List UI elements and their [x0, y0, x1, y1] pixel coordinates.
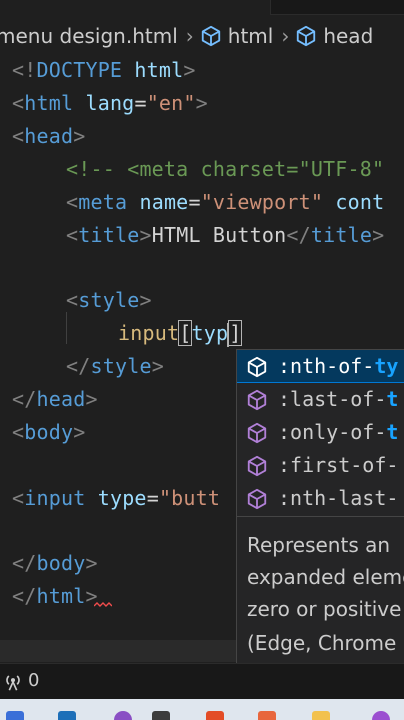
status-bar: 0 — [0, 663, 404, 700]
taskbar-app-icon[interactable] — [312, 711, 330, 720]
details-line: expanded eleme — [247, 565, 404, 589]
code-line-6: <title>HTML Button</title> — [66, 223, 385, 247]
suggestion-item[interactable]: :first-of- — [237, 449, 404, 481]
breadcrumb-item-label: html — [227, 24, 274, 48]
suggestion-details: Represents an expanded eleme zero or pos… — [237, 516, 404, 664]
details-line: Represents an — [247, 533, 391, 557]
symbol-element-icon — [201, 25, 220, 47]
code-line-12: <body> — [12, 420, 86, 444]
taskbar-app-icon[interactable] — [6, 711, 24, 720]
code-line-5: <meta name="viewport" cont — [66, 190, 385, 214]
symbol-property-icon — [247, 422, 267, 444]
symbol-property-icon — [247, 356, 267, 378]
suggestion-widget[interactable]: :nth-of-ty :last-of-t :only-of-t :first-… — [236, 349, 404, 665]
suggestion-item[interactable]: :only-of-t — [237, 416, 404, 448]
code-line-3: <head> — [12, 124, 86, 148]
suggestion-item[interactable]: :nth-of-ty — [237, 350, 404, 383]
code-line-8: <style> — [66, 288, 152, 312]
chevron-right-icon: › — [281, 24, 290, 48]
code-line-9: input[typ] — [118, 320, 243, 347]
code-line-1: <!DOCTYPE html> — [12, 58, 196, 82]
taskbar-app-icon[interactable] — [152, 711, 170, 720]
breadcrumb-item-html[interactable]: html — [200, 24, 274, 48]
error-squiggle — [94, 602, 112, 607]
breadcrumb-item-label: head — [323, 24, 374, 48]
symbol-property-icon — [247, 488, 267, 510]
code-line-16: </body> — [12, 551, 98, 575]
code-line-2: <html lang="en"> — [12, 91, 208, 115]
taskbar-app-icon[interactable] — [372, 711, 390, 720]
ports-broadcast-icon[interactable] — [2, 670, 24, 692]
details-line: (Edge, Chrome — [247, 631, 397, 655]
breadcrumb: menu design.html › html › head — [0, 22, 404, 50]
title-strip — [0, 0, 404, 18]
taskbar-app-icon[interactable] — [114, 711, 132, 720]
tab-edge — [270, 0, 404, 15]
breadcrumb-file-label: menu design.html — [0, 24, 178, 48]
chevron-right-icon: › — [185, 24, 194, 48]
symbol-element-icon — [297, 25, 316, 47]
code-line-17: </html> — [12, 584, 98, 608]
taskbar-app-icon[interactable] — [58, 711, 76, 720]
code-line-11: </head> — [12, 387, 98, 411]
code-line-10: </style> — [66, 354, 164, 378]
suggestion-item[interactable]: :nth-last- — [237, 482, 404, 514]
taskbar — [0, 699, 404, 720]
horizontal-scrollbar[interactable] — [0, 640, 236, 662]
code-line-4: <!-- <meta charset="UTF-8" — [66, 157, 385, 181]
taskbar-app-icon[interactable] — [206, 711, 224, 720]
breadcrumb-file[interactable]: menu design.html — [0, 24, 178, 48]
ports-count[interactable]: 0 — [28, 670, 39, 691]
taskbar-app-icon[interactable] — [258, 711, 276, 720]
symbol-property-icon — [247, 389, 267, 411]
indent-guide — [66, 312, 67, 344]
symbol-property-icon — [247, 455, 267, 477]
details-line: zero or positive — [247, 597, 402, 621]
suggestion-item[interactable]: :last-of-t — [237, 383, 404, 415]
breadcrumb-item-head[interactable]: head — [295, 24, 373, 48]
code-line-14: <input type="butt — [12, 486, 221, 510]
